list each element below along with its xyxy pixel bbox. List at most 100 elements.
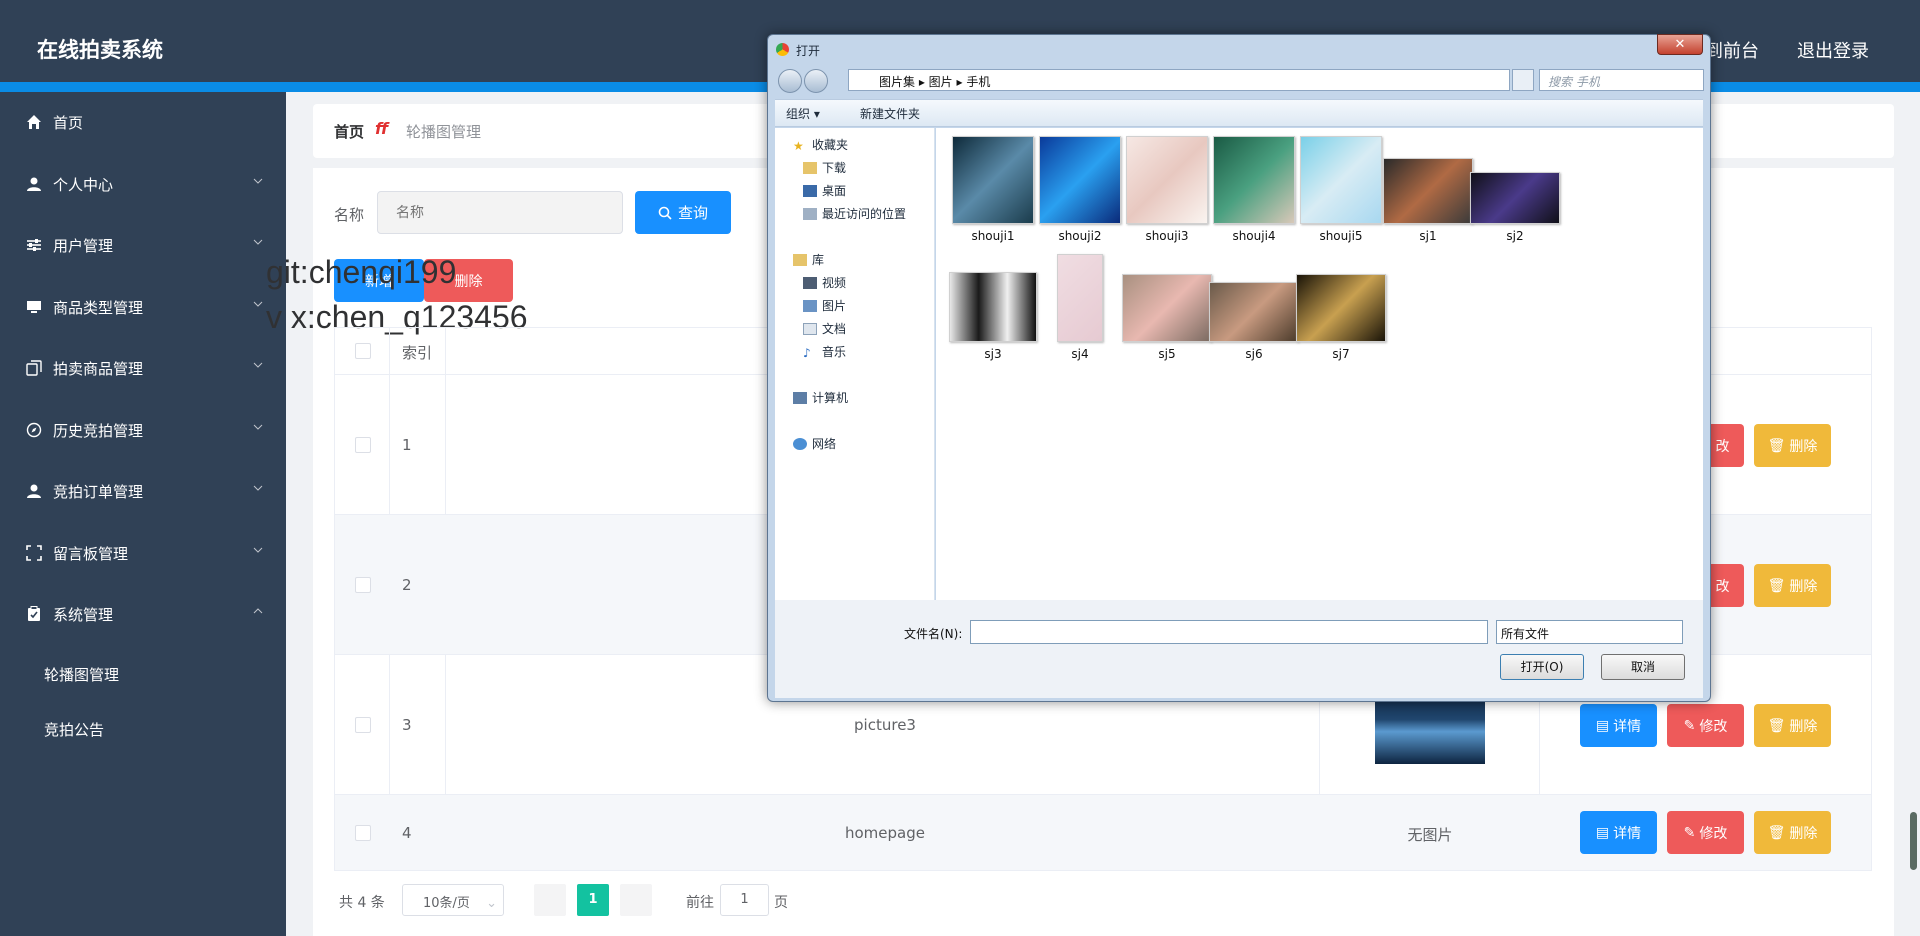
file-thumb[interactable]: shouji3 [1120, 136, 1214, 243]
music-icon: ♪ [803, 345, 811, 360]
filetype-value: 所有文件 [1501, 627, 1550, 641]
nav-label: 网络 [812, 437, 837, 451]
address-bar[interactable]: 图片集 ▸ 图片 ▸ 手机 [848, 69, 1510, 91]
edit-button[interactable]: ✎ 修改 [1667, 811, 1744, 854]
scrollbar-thumb[interactable] [1910, 812, 1917, 870]
row-checkbox[interactable] [355, 577, 371, 593]
nav-desktop[interactable]: 桌面 [803, 182, 846, 199]
file-thumb[interactable]: sj4 [1033, 254, 1127, 361]
nav-favorites[interactable]: ★ 收藏夹 [793, 136, 848, 153]
detail-label: 详情 [1613, 825, 1642, 842]
nav-label: 收藏夹 [812, 138, 849, 152]
sidebar-subitem-carousel[interactable]: 轮播图管理 [44, 664, 119, 685]
sidebar-item-history-bids[interactable]: 历史竞拍管理 [0, 410, 286, 450]
image-thumbnail [1296, 274, 1386, 342]
open-button[interactable]: 打开(O) [1500, 654, 1584, 680]
forward-button[interactable] [804, 69, 828, 93]
new-folder-button[interactable]: 新建文件夹 [860, 105, 920, 122]
breadcrumb-separator: ﬀ [375, 119, 389, 138]
dialog-bottom-bar [775, 600, 1703, 698]
sidebar-item-label: 用户管理 [53, 236, 114, 255]
file-thumb[interactable]: shouji2 [1033, 136, 1127, 243]
file-name: shouji3 [1145, 229, 1189, 243]
file-thumb[interactable]: sj3 [946, 254, 1040, 361]
nav-computer[interactable]: 计算机 [793, 389, 848, 406]
row-checkbox[interactable] [355, 717, 371, 733]
prev-page-button[interactable] [534, 884, 566, 916]
image-thumbnail [1039, 136, 1121, 224]
next-page-button[interactable] [620, 884, 652, 916]
filename-input[interactable] [970, 620, 1488, 644]
nav-library[interactable]: 库 [793, 251, 824, 268]
sidebar-item-profile[interactable]: 个人中心 [0, 164, 286, 204]
detail-button[interactable]: ▤ 详情 [1580, 811, 1657, 854]
select-all-checkbox[interactable] [355, 343, 371, 359]
row-checkbox[interactable] [355, 437, 371, 453]
nav-documents[interactable]: 文档 [803, 320, 846, 337]
folder-icon [803, 161, 817, 174]
delete-button[interactable]: 🗑 删除 [1754, 811, 1831, 854]
file-thumb[interactable]: shouji4 [1207, 136, 1301, 243]
filetype-select[interactable]: 所有文件 [1496, 620, 1683, 644]
delete-button[interactable]: 🗑 删除 [1754, 564, 1831, 607]
organize-button[interactable]: 组织 ▾ [786, 105, 820, 122]
file-thumb[interactable]: shouji5 [1294, 136, 1388, 243]
search-input[interactable] [377, 191, 623, 234]
nav-music[interactable]: ♪ 音乐 [803, 343, 846, 360]
nav-pictures[interactable]: 图片 [803, 297, 846, 314]
file-name: shouji4 [1232, 229, 1276, 243]
sidebar-item-system[interactable]: 系统管理 [0, 594, 286, 634]
nav-downloads[interactable]: 下载 [803, 159, 846, 176]
logout-link[interactable]: 退出登录 [1797, 37, 1869, 63]
dialog-search-input[interactable]: 搜索 手机 [1539, 69, 1704, 91]
detail-label: 详情 [1613, 718, 1642, 735]
image-thumbnail [1383, 158, 1473, 224]
nav-network[interactable]: 网络 [793, 435, 836, 452]
file-open-dialog: 打开 ✕ 图片集 ▸ 图片 ▸ 手机 搜索 手机 组织 ▾ 新建文件夹 ★ 收藏夹… [767, 34, 1711, 702]
page-size-select[interactable]: 10条/页 ⌄ [402, 884, 504, 916]
sidebar-item-auction-goods[interactable]: 拍卖商品管理 [0, 348, 286, 388]
file-thumb[interactable]: sj6 [1207, 254, 1301, 361]
sidebar-item-user-management[interactable]: 用户管理 [0, 225, 286, 265]
sidebar-item-label: 拍卖商品管理 [53, 359, 144, 378]
detail-button[interactable]: ▤ 详情 [1580, 704, 1657, 747]
path-part[interactable]: 手机 [966, 75, 990, 89]
page-suffix: 页 [774, 895, 788, 911]
delete-button[interactable]: 🗑 删除 [1754, 704, 1831, 747]
image-thumbnail [1213, 136, 1295, 224]
chevron-down-icon: ⌄ [486, 896, 497, 911]
back-button[interactable] [778, 69, 802, 93]
nav-label: 桌面 [822, 184, 847, 198]
nav-video[interactable]: 视频 [803, 274, 846, 291]
file-thumb[interactable]: sj2 [1468, 136, 1562, 243]
path-part[interactable]: 图片 [929, 75, 953, 89]
path-part[interactable]: 图片集 [879, 75, 915, 89]
close-button[interactable]: ✕ [1657, 34, 1703, 55]
sidebar-item-bid-orders[interactable]: 竞拍订单管理 [0, 471, 286, 511]
sidebar-item-home[interactable]: 首页 [0, 102, 286, 142]
breadcrumb-home[interactable]: 首页 [334, 121, 364, 142]
nav-label: 音乐 [822, 345, 847, 359]
copy-icon [26, 360, 42, 376]
sidebar-subitem-announcement[interactable]: 竞拍公告 [44, 719, 104, 740]
row-checkbox[interactable] [355, 825, 371, 841]
front-page-link[interactable]: 到前台 [1705, 37, 1759, 63]
refresh-icon[interactable] [1512, 69, 1534, 91]
sidebar-item-category-management[interactable]: 商品类型管理 [0, 287, 286, 327]
user-icon [27, 177, 41, 191]
chevron-down-icon [253, 178, 263, 184]
delete-button[interactable]: 🗑 删除 [1754, 424, 1831, 467]
file-thumb[interactable]: sj1 [1381, 136, 1475, 243]
search-label: 名称 [334, 206, 365, 224]
file-thumb[interactable]: sj7 [1294, 254, 1388, 361]
file-thumb[interactable]: sj5 [1120, 254, 1214, 361]
cancel-button[interactable]: 取消 [1601, 654, 1685, 680]
sidebar-item-label: 商品类型管理 [53, 298, 144, 317]
edit-button[interactable]: ✎ 修改 [1667, 704, 1744, 747]
nav-recent[interactable]: 最近访问的位置 [803, 205, 906, 222]
goto-page-input[interactable]: 1 [720, 884, 769, 916]
sidebar-item-message-board[interactable]: 留言板管理 [0, 533, 286, 573]
query-button[interactable]: 查询 [635, 191, 731, 234]
file-thumb[interactable]: shouji1 [946, 136, 1040, 243]
current-page[interactable]: 1 [577, 884, 609, 916]
